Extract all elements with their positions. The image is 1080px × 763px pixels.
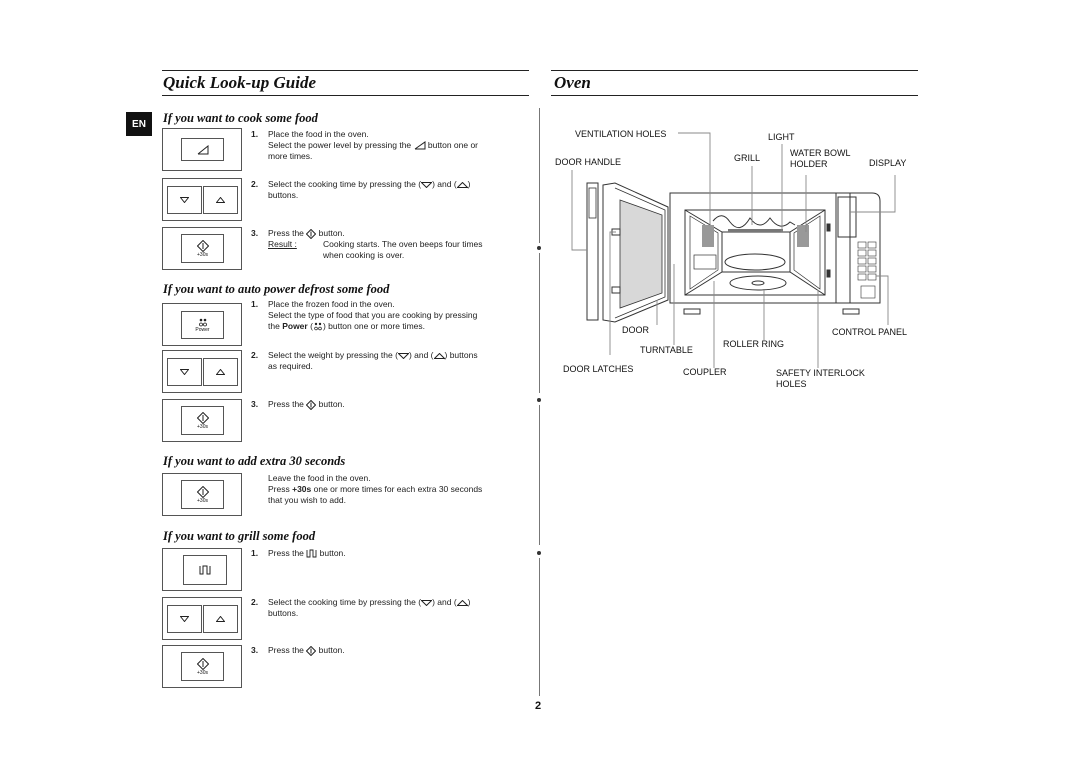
label-turntable: TURNTABLE — [640, 345, 693, 355]
oven-diagram — [571, 132, 896, 368]
oven-foot-left — [683, 308, 701, 315]
door-window — [619, 199, 663, 309]
control-keypad — [860, 285, 876, 299]
display-window — [837, 196, 857, 238]
label-ventilation-holes: VENTILATION HOLES — [575, 129, 667, 139]
label-display: DISPLAY — [869, 158, 907, 168]
grill-element — [728, 229, 783, 232]
label-light: LIGHT — [768, 132, 795, 142]
label-door-latches: DOOR LATCHES — [563, 364, 634, 374]
label-roller-ring: ROLLER RING — [723, 339, 785, 349]
ventilation-holes — [702, 225, 714, 247]
oven-foot-right — [842, 308, 860, 315]
label-coupler: COUPLER — [683, 367, 727, 377]
turntable — [724, 253, 786, 271]
label-door-handle: DOOR HANDLE — [555, 157, 622, 167]
label-door: DOOR — [622, 325, 649, 335]
label-control-panel: CONTROL PANEL — [832, 327, 908, 337]
roller-ring — [729, 275, 787, 291]
label-water-bowl-holder: WATER BOWL HOLDER — [790, 148, 851, 169]
coupler — [751, 280, 765, 286]
label-grill: GRILL — [734, 153, 761, 163]
label-safety-interlock-holes: SAFETY INTERLOCK HOLES — [776, 368, 865, 389]
door-latch-lower — [611, 286, 621, 294]
